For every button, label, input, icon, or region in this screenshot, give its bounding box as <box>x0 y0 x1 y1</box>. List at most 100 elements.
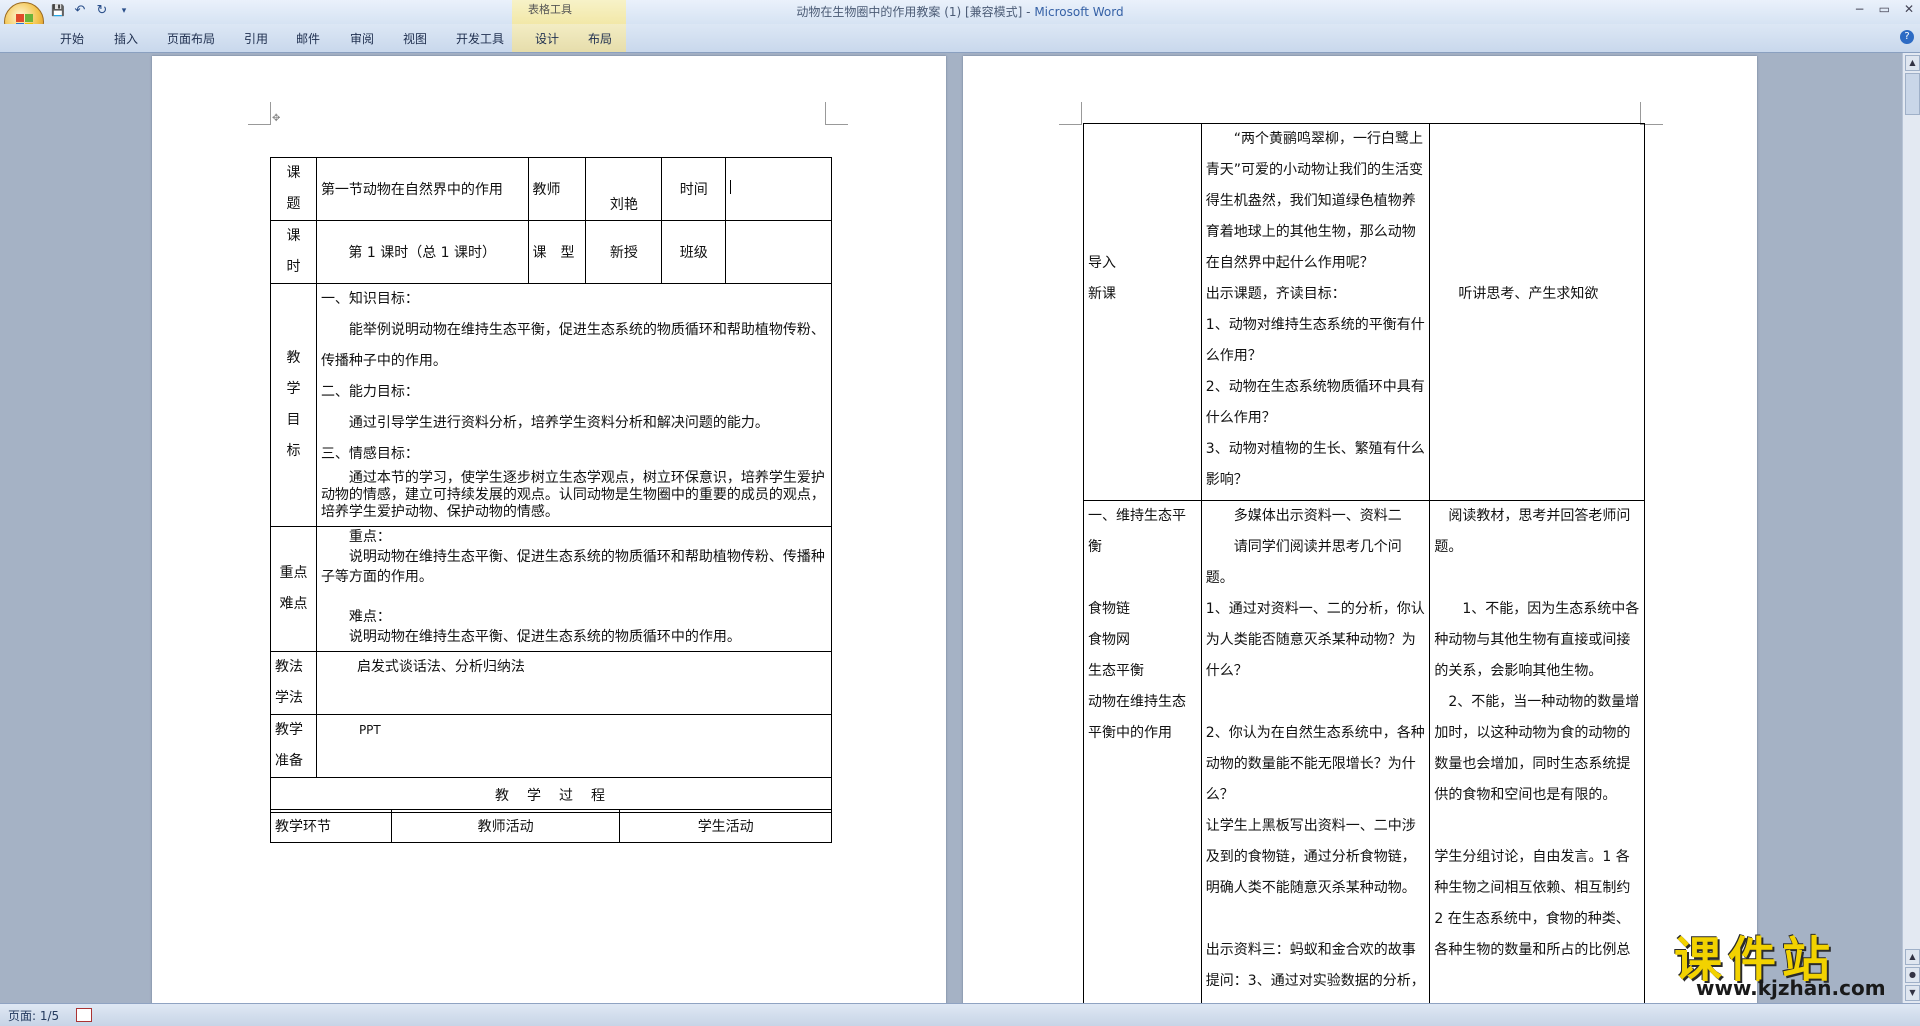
cell-text: 通过引导学生进行资料分析，培养学生资料分析和解决问题的能力。 <box>320 415 769 431</box>
cell-text: 课 型 <box>532 245 575 261</box>
table-row: 一、维持生态平衡 食物链 食物网 生态平衡 动物在维持生态平衡中的作用 多媒体出… <box>1083 500 1645 1003</box>
prev-page-icon[interactable]: ▲ <box>1905 949 1920 965</box>
vertical-scrollbar[interactable]: ▲ ▲ ● ▼ <box>1902 53 1920 1003</box>
minimize-button[interactable]: − <box>1855 2 1865 16</box>
tab-table-layout[interactable]: 布局 <box>588 30 612 47</box>
app-name: Microsoft Word <box>1034 5 1124 19</box>
cell-text: 学 <box>286 381 301 397</box>
prep-label-cell[interactable]: 教学 准备 <box>270 714 317 778</box>
cell-text: 学法 <box>275 690 303 706</box>
cell-text: 新授 <box>609 245 638 261</box>
tab-mailings[interactable]: 邮件 <box>296 30 320 47</box>
cell-text: 重点 <box>279 565 308 581</box>
method-label-cell[interactable]: 教法 学法 <box>270 651 317 715</box>
cell-text: 难点 <box>279 596 308 612</box>
cell-text: 动物在维持生态平衡中的作用 <box>1088 694 1186 741</box>
lesson-plan-table: 课题 第一节动物在自然界中的作用 教师 刘艳 时间 课时 第 1 课时（总 1 … <box>270 157 833 813</box>
cell-text: 教学 <box>275 722 303 738</box>
cell-text: 请同学们阅读并思考几个问题。 <box>1205 539 1402 586</box>
type-value-cell[interactable]: 新授 <box>585 220 663 284</box>
teacher-activity-balance[interactable]: 多媒体出示资料一、资料二 请同学们阅读并思考几个问题。 1、通过对资料一、二的分… <box>1200 500 1431 1003</box>
type-label-cell[interactable]: 课 型 <box>527 220 587 284</box>
class-value-cell[interactable] <box>725 220 832 284</box>
tab-review[interactable]: 审阅 <box>350 30 374 47</box>
text-cursor <box>730 180 732 194</box>
keypoints-label-cell[interactable]: 重点 难点 <box>270 526 317 652</box>
header-student-activity[interactable]: 学生活动 <box>619 809 832 843</box>
cell-text: 食物网 <box>1088 632 1130 648</box>
cell-text: 说明动物在维持生态平衡、促进生态系统的物质循环和帮助植物传粉、传播种子等方面的作… <box>320 549 825 585</box>
cell-text: 1、不能，因为生态系统中各种动物与其他生物有直接或间接的关系，会影响其他生物。 <box>1434 601 1640 679</box>
teacher-name-cell[interactable]: 刘艳 <box>585 157 663 221</box>
cell-text: 听讲思考、产生求知欲 <box>1458 286 1599 302</box>
prep-cell[interactable]: PPT <box>315 714 833 778</box>
cell-text: 2、不能，当一种动物的数量增加时，以这种动物为食的动物的数量也会增加，同时生态系… <box>1434 694 1640 803</box>
cell-text: 1、通过对资料一、二的分析，你认为人类能否随意灭杀某种动物？为什么？ <box>1205 601 1425 679</box>
cell-text: 重点： <box>320 529 391 545</box>
proofing-icon[interactable] <box>76 1008 92 1022</box>
document-page-1: ✥ 课题 第一节动物在自然界中的作用 教师 刘艳 时间 课时 第 1 课时（总 … <box>152 56 946 1003</box>
goals-cell[interactable]: 一、知识目标： 能举例说明动物在维持生态平衡，促进生态系统的物质循环和帮助植物传… <box>315 283 833 527</box>
time-value-cell[interactable] <box>725 157 832 221</box>
cell-text: 多媒体出示资料一、资料二 <box>1205 508 1402 524</box>
browse-object-icon[interactable]: ● <box>1905 967 1920 983</box>
cell-text: 阅读教材，思考并回答老师问题。 <box>1434 508 1631 555</box>
tab-home[interactable]: 开始 <box>60 30 84 47</box>
stage-cell-intro[interactable]: 导入 新课 <box>1083 123 1202 501</box>
teacher-label-cell[interactable]: 教师 <box>527 157 587 221</box>
next-page-icon[interactable]: ▼ <box>1905 985 1920 1001</box>
cell-text: 3、动物对植物的生长、繁殖有什么影响？ <box>1205 441 1425 488</box>
cell-text: 难点： <box>320 609 391 625</box>
cell-text: 出示课题，齐读目标： <box>1205 286 1346 302</box>
tab-page-layout[interactable]: 页面布局 <box>167 30 215 47</box>
tab-table-design[interactable]: 设计 <box>535 30 559 47</box>
help-icon[interactable]: ? <box>1900 30 1914 44</box>
stage-cell-balance[interactable]: 一、维持生态平衡 食物链 食物网 生态平衡 动物在维持生态平衡中的作用 <box>1083 500 1202 1003</box>
window-controls: − ▭ ✕ <box>1855 2 1914 16</box>
margin-mark <box>1640 102 1663 125</box>
document-title: 动物在生物圈中的作用教案 (1) [兼容模式] - <box>796 5 1035 19</box>
tab-references[interactable]: 引用 <box>244 30 268 47</box>
student-activity-intro[interactable]: 听讲思考、产生求知欲 <box>1429 123 1645 501</box>
document-workspace: ✥ 课题 第一节动物在自然界中的作用 教师 刘艳 时间 课时 第 1 课时（总 … <box>0 53 1920 1003</box>
tab-developer[interactable]: 开发工具 <box>456 30 504 47</box>
process-header-table: 教学环节 教师活动 学生活动 <box>270 809 832 843</box>
table-row: 课题 第一节动物在自然界中的作用 教师 刘艳 时间 <box>270 157 832 221</box>
header-stage[interactable]: 教学环节 <box>270 809 392 843</box>
process-title-cell[interactable]: 教 学 过 程 <box>270 777 832 813</box>
student-activity-balance[interactable]: 阅读教材，思考并回答老师问题。 1、不能，因为生态系统中各种动物与其他生物有直接… <box>1429 500 1645 1003</box>
period-label-cell[interactable]: 课时 <box>270 220 317 284</box>
tab-insert[interactable]: 插入 <box>114 30 138 47</box>
cell-text: 出示资料三：蚂蚁和金合欢的故事 <box>1205 942 1416 958</box>
cell-text: 题 <box>286 196 301 212</box>
maximize-button[interactable]: ▭ <box>1879 2 1890 16</box>
page-counter[interactable]: 页面: 1/5 <box>8 1007 59 1024</box>
table-row: 教 学 目 标 一、知识目标： 能举例说明动物在维持生态平衡，促进生态系统的物质… <box>270 283 833 527</box>
period-cell[interactable]: 第 1 课时（总 1 课时） <box>315 220 529 284</box>
title-bar: 💾 ↶ ↻ ▾ 表格工具 动物在生物圈中的作用教案 (1) [兼容模式] - M… <box>0 0 1920 42</box>
cell-text: 导入 <box>1088 255 1116 271</box>
keypoints-cell[interactable]: 重点： 说明动物在维持生态平衡、促进生态系统的物质循环和帮助植物传粉、传播种子等… <box>315 526 833 652</box>
table-move-handle-icon[interactable]: ✥ <box>272 113 280 124</box>
scroll-thumb[interactable] <box>1905 73 1920 115</box>
tab-view[interactable]: 视图 <box>403 30 427 47</box>
teacher-activity-intro[interactable]: “两个黄鹂鸣翠柳，一行白鹭上青天”可爱的小动物让我们的生活变得生机盎然，我们知道… <box>1200 123 1431 501</box>
time-label-cell[interactable]: 时间 <box>661 157 727 221</box>
header-teacher-activity[interactable]: 教师活动 <box>390 809 621 843</box>
topic-cell[interactable]: 第一节动物在自然界中的作用 <box>315 157 529 221</box>
cell-text: 启发式谈话法、分析归纳法 <box>356 659 525 675</box>
cell-text: 时 <box>286 259 301 275</box>
class-label-cell[interactable]: 班级 <box>661 220 727 284</box>
cell-text: PPT <box>358 723 381 737</box>
goals-label-cell[interactable]: 教 学 目 标 <box>270 283 317 527</box>
table-row: 教学 准备 PPT <box>270 714 833 778</box>
method-cell[interactable]: 启发式谈话法、分析归纳法 <box>315 651 833 715</box>
cell-text: 提问：3、通过对实验数据的分析，你认为蚂蚁侵食金合欢， <box>1205 973 1425 989</box>
cell-text: 通过本节的学习，使学生逐步树立生态学观点，树立环保意识，培养学生爱护动物的情感，… <box>320 470 825 520</box>
cell-text: 课 <box>286 228 301 244</box>
cell-text: 标 <box>286 443 301 459</box>
table-row: 课时 第 1 课时（总 1 课时） 课 型 新授 班级 <box>270 220 832 284</box>
close-button[interactable]: ✕ <box>1904 2 1914 16</box>
scroll-up-icon[interactable]: ▲ <box>1905 55 1920 71</box>
topic-label-cell[interactable]: 课题 <box>270 157 317 221</box>
